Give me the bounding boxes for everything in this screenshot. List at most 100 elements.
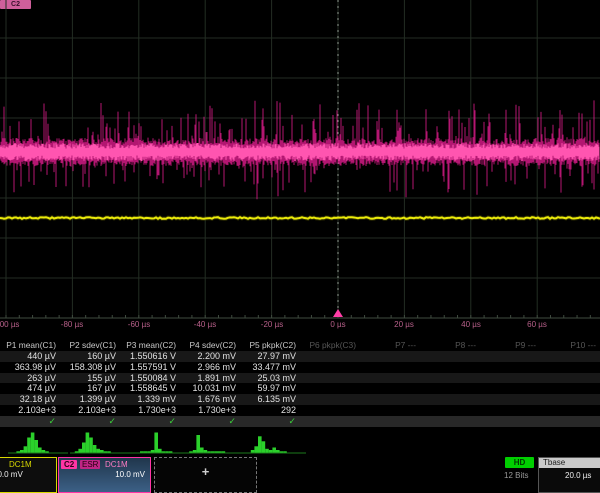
- c1-scale-value: 10.0 mV: [0, 470, 23, 479]
- measure-value: 158.308 µV: [60, 362, 120, 373]
- time-axis-label: -60 µs: [128, 320, 150, 329]
- measure-value: [540, 373, 600, 384]
- measure-value: 155 µV: [60, 373, 120, 384]
- measure-value: [480, 362, 540, 373]
- measure-value: [540, 394, 600, 405]
- measure-value: 10.031 mV: [180, 383, 240, 394]
- measure-header-P5[interactable]: P5 pkpk(C2): [240, 339, 300, 351]
- channel-descriptor-c2[interactable]: C2 ESR DC1M 10.0 mV: [58, 457, 151, 493]
- measure-header-P2[interactable]: P2 sdev(C1): [60, 339, 120, 351]
- measure-header-P9[interactable]: P9 ---: [480, 339, 540, 351]
- histicon-bar: [16, 451, 20, 452]
- measure-header-P6[interactable]: P6 pkpk(C3): [300, 339, 360, 351]
- plus-icon: +: [155, 464, 256, 479]
- histicon-bar: [283, 451, 287, 452]
- measure-value: 2.103e+3: [0, 405, 60, 416]
- measure-value: [540, 383, 600, 394]
- channel-descriptor-c1[interactable]: DC1M 10.0 mV: [0, 457, 57, 493]
- c1-coupling-label: DC1M: [9, 460, 32, 469]
- measure-value: [480, 394, 540, 405]
- histicon-bar: [140, 451, 144, 452]
- measure-value: [360, 405, 420, 416]
- timebase-descriptor[interactable]: Tbase 20.0 µs: [538, 457, 600, 493]
- histicon-bar: [24, 446, 28, 452]
- measure-value: 2.966 mV: [180, 362, 240, 373]
- histicon-bar: [96, 449, 100, 453]
- histicon-bar: [158, 449, 162, 453]
- measure-value: 1.550616 V: [120, 351, 180, 362]
- hd-mode-badge[interactable]: HD: [505, 457, 534, 468]
- histicon-bar: [193, 450, 197, 453]
- measure-value: 1.676 mV: [180, 394, 240, 405]
- histicon-bar: [189, 451, 193, 452]
- measure-status-check: [480, 416, 540, 427]
- measure-value: [420, 383, 480, 394]
- histicon-bar: [272, 448, 276, 453]
- measure-status-check: ✓: [0, 416, 60, 427]
- measure-value: [420, 405, 480, 416]
- measure-value: [480, 373, 540, 384]
- trigger-time-marker[interactable]: [333, 309, 343, 317]
- histicon-bar: [75, 451, 79, 452]
- measure-header-P3[interactable]: P3 mean(C2): [120, 339, 180, 351]
- histicon-bar: [204, 450, 208, 453]
- histicon-bar: [196, 435, 200, 453]
- add-trace-button[interactable]: +: [154, 457, 257, 493]
- histicon-bar: [162, 451, 166, 452]
- measure-value: [300, 351, 360, 362]
- measure-value: 292: [240, 405, 300, 416]
- time-axis-label: -80 µs: [61, 320, 83, 329]
- oscilloscope-screen: { "top_badge": { "label": "C2" }, "scope…: [0, 0, 600, 480]
- measure-value: 474 µV: [0, 383, 60, 394]
- histicon-bar: [276, 450, 280, 453]
- histicon-bar: [82, 443, 86, 453]
- measure-header-P4[interactable]: P4 sdev(C2): [180, 339, 240, 351]
- measure-value: [480, 383, 540, 394]
- measure-value: [360, 351, 420, 362]
- measure-status-check: ✓: [240, 416, 300, 427]
- histicon-bar: [100, 450, 104, 453]
- histicon-bar: [269, 450, 273, 453]
- measure-status-check: [420, 416, 480, 427]
- histicon-bar: [151, 450, 155, 453]
- measure-header-P8[interactable]: P8 ---: [420, 339, 480, 351]
- histicon-bar: [280, 451, 284, 452]
- measure-value: [300, 383, 360, 394]
- histicon-bar: [27, 438, 31, 453]
- measure-header-P10[interactable]: P10 ---: [540, 339, 600, 351]
- measure-value: [300, 405, 360, 416]
- measure-header-P7[interactable]: P7 ---: [360, 339, 420, 351]
- measure-value: 32.18 µV: [0, 394, 60, 405]
- measure-value: 1.558645 V: [120, 383, 180, 394]
- measure-value: 1.557591 V: [120, 362, 180, 373]
- histicon-bar: [147, 451, 151, 452]
- measure-value: [480, 351, 540, 362]
- measure-value: [300, 373, 360, 384]
- measure-value: [300, 394, 360, 405]
- measure-status-check: [540, 416, 600, 427]
- measure-status-check: ✓: [120, 416, 180, 427]
- time-axis-label: -20 µs: [261, 320, 283, 329]
- measure-value: 1.399 µV: [60, 394, 120, 405]
- c2-scale-value: 10.0 mV: [115, 470, 145, 479]
- histicon-bar: [93, 445, 97, 453]
- time-axis: -100 µs-80 µs-60 µs-40 µs-20 µs0 µs20 µs…: [0, 320, 600, 332]
- measure-value: [540, 362, 600, 373]
- histicon-bar: [169, 451, 173, 452]
- c2-coupling-label: DC1M: [105, 460, 128, 469]
- measure-value: [480, 405, 540, 416]
- time-axis-label: -100 µs: [0, 320, 19, 329]
- histicon-bar: [31, 433, 35, 453]
- histicon-bar: [104, 451, 108, 452]
- measure-value: 1.730e+3: [120, 405, 180, 416]
- histicon-bar: [154, 433, 158, 453]
- histicon-bar: [218, 451, 222, 452]
- measure-value: [420, 351, 480, 362]
- histicon-bar: [200, 448, 204, 453]
- measure-header-P1[interactable]: P1 mean(C1): [0, 339, 60, 351]
- measure-status-check: [300, 416, 360, 427]
- histicon-bar: [207, 451, 211, 452]
- measure-value: 6.135 mV: [240, 394, 300, 405]
- histicon-bar: [144, 451, 148, 452]
- measure-value: [420, 394, 480, 405]
